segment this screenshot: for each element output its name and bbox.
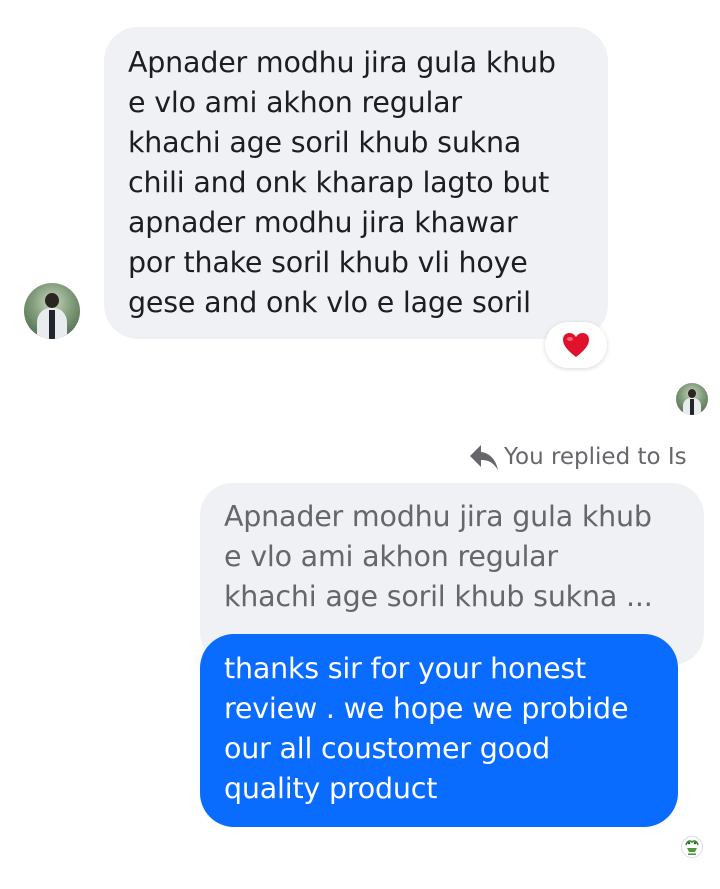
- quoted-message-line: Apnader modhu jira gula khub: [224, 500, 652, 533]
- reply-header: You replied to Is: [468, 440, 687, 474]
- incoming-message-line: chili and onk kharap lagto but: [128, 166, 550, 199]
- incoming-message-bubble[interactable]: Apnader modhu jira gula khub e vlo ami a…: [104, 27, 608, 339]
- read-receipt-avatar: [676, 383, 708, 415]
- incoming-message-line: e vlo ami akhon regular: [128, 86, 462, 119]
- outgoing-message-line: our all coustomer good: [224, 732, 550, 765]
- incoming-message-line: por thake soril khub vli hoye: [128, 246, 528, 279]
- heart-icon: [563, 333, 589, 357]
- quoted-message-line: e vlo ami akhon regular: [224, 540, 558, 573]
- outgoing-message-line: thanks sir for your honest: [224, 652, 587, 685]
- incoming-message-line: Apnader modhu jira gula khub: [128, 46, 556, 79]
- outgoing-message-line: quality product: [224, 772, 438, 805]
- incoming-message-line: apnader modhu jira khawar: [128, 206, 518, 239]
- reply-arrow-icon: [470, 445, 498, 470]
- seen-indicator: [681, 836, 703, 858]
- reply-header-label: You replied to Is: [504, 444, 687, 470]
- outgoing-message-line: review . we hope we probide: [224, 692, 629, 725]
- incoming-message-line: khachi age soril khub sukna: [128, 126, 522, 159]
- outgoing-message-bubble[interactable]: thanks sir for your honest review . we h…: [200, 634, 678, 827]
- quoted-message-line: khachi age soril khub sukna ...: [224, 580, 653, 613]
- heart-reaction[interactable]: [545, 322, 607, 368]
- sender-avatar[interactable]: [24, 283, 80, 339]
- incoming-message-line: gese and onk vlo e lage soril: [128, 286, 531, 319]
- store-logo-icon: [681, 836, 703, 858]
